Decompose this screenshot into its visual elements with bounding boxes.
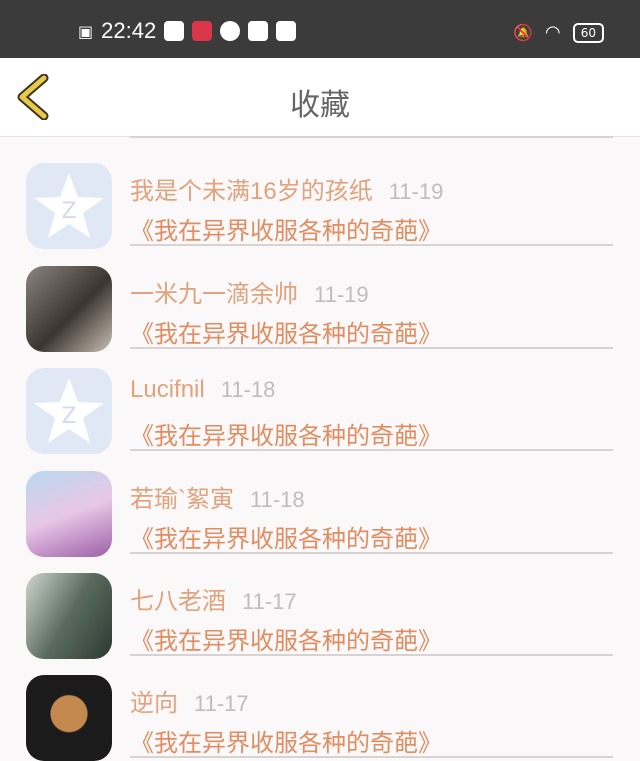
book-title[interactable]: 《我在异界收服各种的奇葩》 xyxy=(130,621,442,656)
compass-icon xyxy=(220,21,241,41)
date: 11-19 xyxy=(314,282,369,307)
wifi-icon: ◠ xyxy=(545,22,561,43)
page-title: 收藏 xyxy=(290,89,350,122)
user-name: 七八老酒 xyxy=(130,588,226,615)
book-title[interactable]: 《我在异界收服各种的奇葩》 xyxy=(130,314,442,349)
svg-text:Z: Z xyxy=(61,199,76,224)
book-title[interactable]: 《我在异界收服各种的奇葩》 xyxy=(130,211,442,246)
qzone-star-icon: Z xyxy=(26,368,112,454)
nav-header: 收藏 xyxy=(0,58,640,137)
book-title[interactable]: 《我在异界收服各种的奇葩》 xyxy=(130,723,442,758)
battery-indicator: 60 xyxy=(572,22,604,43)
date: 11-18 xyxy=(220,377,276,402)
date: 11-17 xyxy=(194,691,249,716)
date: 11-18 xyxy=(250,487,305,512)
user-name: Lucifnil xyxy=(130,376,205,403)
list-item[interactable]: 一米九一滴余帅 11-19 《我在异界收服各种的奇葩》 xyxy=(0,244,640,352)
book-title[interactable]: 《我在异界收服各种的奇葩》 xyxy=(130,519,442,554)
list-item[interactable]: Z 我是个未满16岁的孩纸 11-19 《我在异界收服各种的奇葩》 xyxy=(0,141,640,249)
app-notification-icon xyxy=(192,21,213,41)
list-item[interactable]: Z Lucifnil 11-18 《我在异界收服各种的奇葩》 xyxy=(0,346,640,454)
cloud-icon xyxy=(164,21,185,41)
date: 11-17 xyxy=(242,589,297,614)
figure-avatar xyxy=(26,675,112,761)
status-time: 22:42 xyxy=(101,18,157,43)
user-name: 一米九一滴余帅 xyxy=(130,281,298,308)
sim-icon: ▣ xyxy=(78,21,94,41)
wechat-icon xyxy=(248,21,269,41)
photo-avatar xyxy=(26,573,112,659)
user-name: 若瑜`絮寅 xyxy=(130,486,234,513)
list-item[interactable]: 若瑜`絮寅 11-18 《我在异界收服各种的奇葩》 xyxy=(0,449,640,557)
status-bar: ▣ 22:42 🔕 ◠ 60 xyxy=(0,0,640,58)
list-item[interactable]: 逆向 11-17 《我在异界收服各种的奇葩》 xyxy=(0,653,640,761)
user-name: 我是个未满16岁的孩纸 xyxy=(130,178,373,205)
mail-icon xyxy=(276,21,297,41)
list-item[interactable]: 七八老酒 11-17 《我在异界收服各种的奇葩》 xyxy=(0,551,640,659)
date: 11-19 xyxy=(388,179,444,204)
photo-avatar xyxy=(26,266,112,352)
qzone-star-icon: Z xyxy=(26,163,112,249)
svg-text:Z: Z xyxy=(61,404,76,429)
anime-avatar xyxy=(26,471,112,557)
book-title[interactable]: 《我在异界收服各种的奇葩》 xyxy=(130,416,442,451)
divider xyxy=(130,136,613,138)
user-name: 逆向 xyxy=(130,690,178,717)
mute-bell-icon: 🔕 xyxy=(513,23,533,42)
